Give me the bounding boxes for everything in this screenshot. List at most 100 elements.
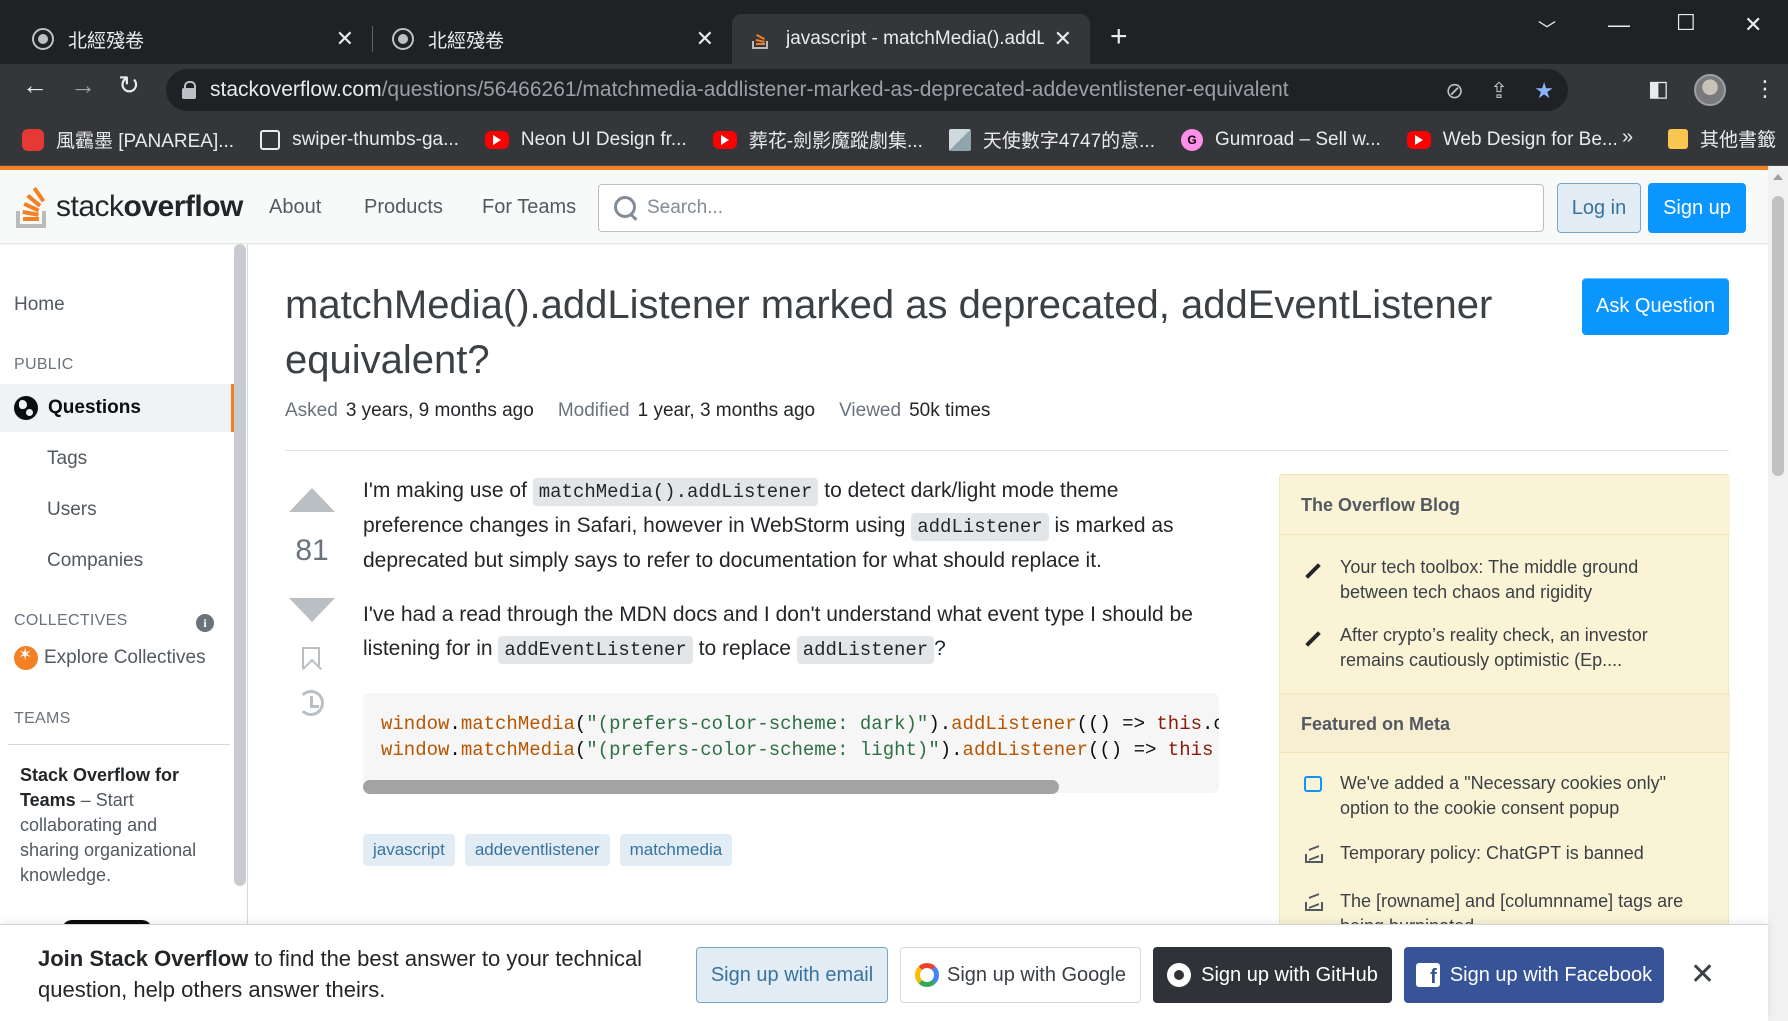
code-line: window.matchMedia("(prefers-color-scheme… <box>381 739 1214 761</box>
divider <box>285 450 1729 451</box>
page-scrollbar[interactable] <box>1768 166 1788 1021</box>
body-paragraph: I'm making use of matchMedia().addListen… <box>363 478 1174 572</box>
close-icon[interactable]: ✕ <box>1690 957 1715 992</box>
close-tab-icon[interactable]: ✕ <box>696 26 714 52</box>
other-bookmarks[interactable]: 其他書籤 <box>1668 125 1776 152</box>
meta-item[interactable]: The [rowname] and [columnname] tags are … <box>1304 889 1704 929</box>
scrollbar-thumb[interactable] <box>1772 196 1784 476</box>
chat-icon <box>1304 771 1340 821</box>
history-icon[interactable] <box>298 690 324 716</box>
signup-facebook-button[interactable]: f Sign up with Facebook <box>1404 947 1664 1003</box>
bookmark-item[interactable]: Web Design for Be... <box>1406 129 1618 151</box>
ask-question-button[interactable]: Ask Question <box>1582 278 1729 335</box>
browser-tab-1[interactable]: 北經殘卷 ✕ <box>14 14 372 64</box>
tag-matchmedia[interactable]: matchmedia <box>619 834 733 866</box>
modified-info[interactable]: Modified 1 year, 3 months ago <box>558 400 815 422</box>
logo-text-bold: overflow <box>123 190 244 223</box>
reload-icon[interactable]: ↻ <box>118 70 140 101</box>
browser-toolbar: ← → ↻ stackoverflow.com/questions/564662… <box>0 64 1788 114</box>
close-window-icon[interactable]: ✕ <box>1744 12 1762 38</box>
signup-google-button[interactable]: Sign up with Google <box>900 947 1141 1003</box>
bookmarks-bar: 風靏墨 [PANAREA]... swiper-thumbs-ga... Neo… <box>0 114 1788 166</box>
so-topbar: stackoverflow About Products For Teams L… <box>0 170 1768 244</box>
downvote-icon[interactable] <box>289 598 335 622</box>
upvote-icon[interactable] <box>289 488 335 512</box>
tab-title: 北經殘卷 <box>68 30 145 52</box>
code-scrollbar-thumb[interactable] <box>363 780 1059 794</box>
tag-javascript[interactable]: javascript <box>363 834 455 866</box>
sidebar-item-explore-collectives[interactable]: Explore Collectives <box>14 645 206 670</box>
info-icon[interactable]: i <box>196 614 214 632</box>
sidebar-item-questions[interactable]: Questions <box>0 384 234 432</box>
new-tab-button[interactable]: + <box>1110 20 1128 54</box>
folder-icon <box>1668 128 1688 149</box>
bookmark-icon[interactable] <box>302 647 320 669</box>
inline-code: matchMedia().addListener <box>532 478 819 506</box>
search-box <box>598 184 1544 232</box>
bookmark-item[interactable]: 葬花-劍影魔蹤劇集... <box>712 126 923 153</box>
youtube-icon <box>484 130 509 149</box>
meta-item[interactable]: We've added a "Necessary cookies only" o… <box>1304 771 1704 821</box>
code-block[interactable]: window.matchMedia("(prefers-color-scheme… <box>363 693 1219 793</box>
url-text[interactable]: stackoverflow.com/questions/56466261/mat… <box>210 78 1289 102</box>
omnibox-actions: ⊘ ⇪ ★ <box>1445 78 1554 104</box>
signup-button[interactable]: Sign up <box>1648 183 1746 233</box>
scroll-up-icon[interactable] <box>1773 174 1783 180</box>
sidebar-item-companies[interactable]: Companies <box>47 550 143 572</box>
sidebar-item-tags[interactable]: Tags <box>47 448 87 470</box>
blog-item[interactable]: Your tech toolbox: The middle ground bet… <box>1304 555 1704 605</box>
browser-tab-2[interactable]: 北經殘卷 ✕ <box>374 14 732 64</box>
share-icon[interactable]: ⇪ <box>1490 78 1508 104</box>
lock-icon[interactable] <box>182 81 196 99</box>
bookmark-item[interactable]: swiper-thumbs-ga... <box>260 129 459 151</box>
bookmark-item[interactable]: Neon UI Design fr... <box>484 129 687 151</box>
tab-title: 北經殘卷 <box>428 30 505 52</box>
tag-addeventlistener[interactable]: addeventlistener <box>464 834 610 866</box>
sidebar-heading-collectives: COLLECTIVES <box>14 612 128 629</box>
sidebar-scrollbar[interactable] <box>234 244 246 886</box>
bookmark-item[interactable]: 風靏墨 [PANAREA]... <box>22 126 234 153</box>
body-paragraph: I've had a read through the MDN docs and… <box>363 598 1223 667</box>
sidebar-item-users[interactable]: Users <box>47 499 97 521</box>
pencil-icon <box>1304 555 1340 605</box>
bookmark-item[interactable]: G Gumroad – Sell w... <box>1181 128 1381 151</box>
login-button[interactable]: Log in <box>1557 183 1641 233</box>
back-icon[interactable]: ← <box>22 70 48 101</box>
minimize-icon[interactable]: — <box>1608 12 1630 38</box>
signup-github-button[interactable]: Sign up with GitHub <box>1153 947 1392 1003</box>
nav-about[interactable]: About <box>269 196 321 219</box>
close-tab-icon[interactable]: ✕ <box>1054 26 1072 52</box>
globe-icon <box>32 28 54 50</box>
nav-for-teams[interactable]: For Teams <box>482 196 576 219</box>
overflow-blog-widget: The Overflow Blog Your tech toolbox: The… <box>1279 474 1730 934</box>
bookmark-item[interactable]: 天使數字4747的意... <box>948 126 1155 153</box>
browser-tab-active[interactable]: javascript - matchMedia().addL ✕ <box>732 14 1090 64</box>
menu-kebab-icon[interactable]: ⋮ <box>1754 76 1776 102</box>
stack-icon <box>1304 841 1340 870</box>
question-tags: javascript addeventlistener matchmedia <box>363 834 733 866</box>
nav-products[interactable]: Products <box>364 196 443 219</box>
logo-text-light: stack <box>56 190 124 223</box>
blog-item[interactable]: After crypto’s reality check, an investo… <box>1304 623 1704 673</box>
signup-email-button[interactable]: Sign up with email <box>696 947 888 1003</box>
eye-off-icon[interactable]: ⊘ <box>1445 78 1463 104</box>
youtube-icon <box>1406 130 1431 149</box>
meta-item[interactable]: Temporary policy: ChatGPT is banned <box>1304 841 1704 870</box>
sidebar-item-home[interactable]: Home <box>14 294 65 316</box>
search-input[interactable] <box>647 197 1527 219</box>
side-panel-icon[interactable]: ◧ <box>1648 76 1669 102</box>
browser-tab-strip: 北經殘卷 ✕ 北經殘卷 ✕ javascript - matchMedia().… <box>0 0 1788 64</box>
forward-icon[interactable]: → <box>70 70 96 101</box>
maximize-icon[interactable]: ☐ <box>1676 10 1696 36</box>
profile-avatar[interactable] <box>1694 74 1726 106</box>
bookmark-star-icon[interactable]: ★ <box>1534 78 1554 104</box>
inline-code: addListener <box>796 636 935 664</box>
page-icon <box>260 129 281 150</box>
question-title[interactable]: matchMedia().addListener marked as depre… <box>285 278 1525 388</box>
address-bar[interactable]: stackoverflow.com/questions/56466261/mat… <box>166 69 1568 111</box>
sidebar-item-label: Explore Collectives <box>44 647 206 668</box>
bookmarks-overflow-button[interactable]: » <box>1622 126 1633 149</box>
close-tab-icon[interactable]: ✕ <box>336 26 354 52</box>
so-logo[interactable]: stackoverflow <box>14 184 243 230</box>
tab-search-icon[interactable]: ﹀ <box>1538 16 1556 42</box>
